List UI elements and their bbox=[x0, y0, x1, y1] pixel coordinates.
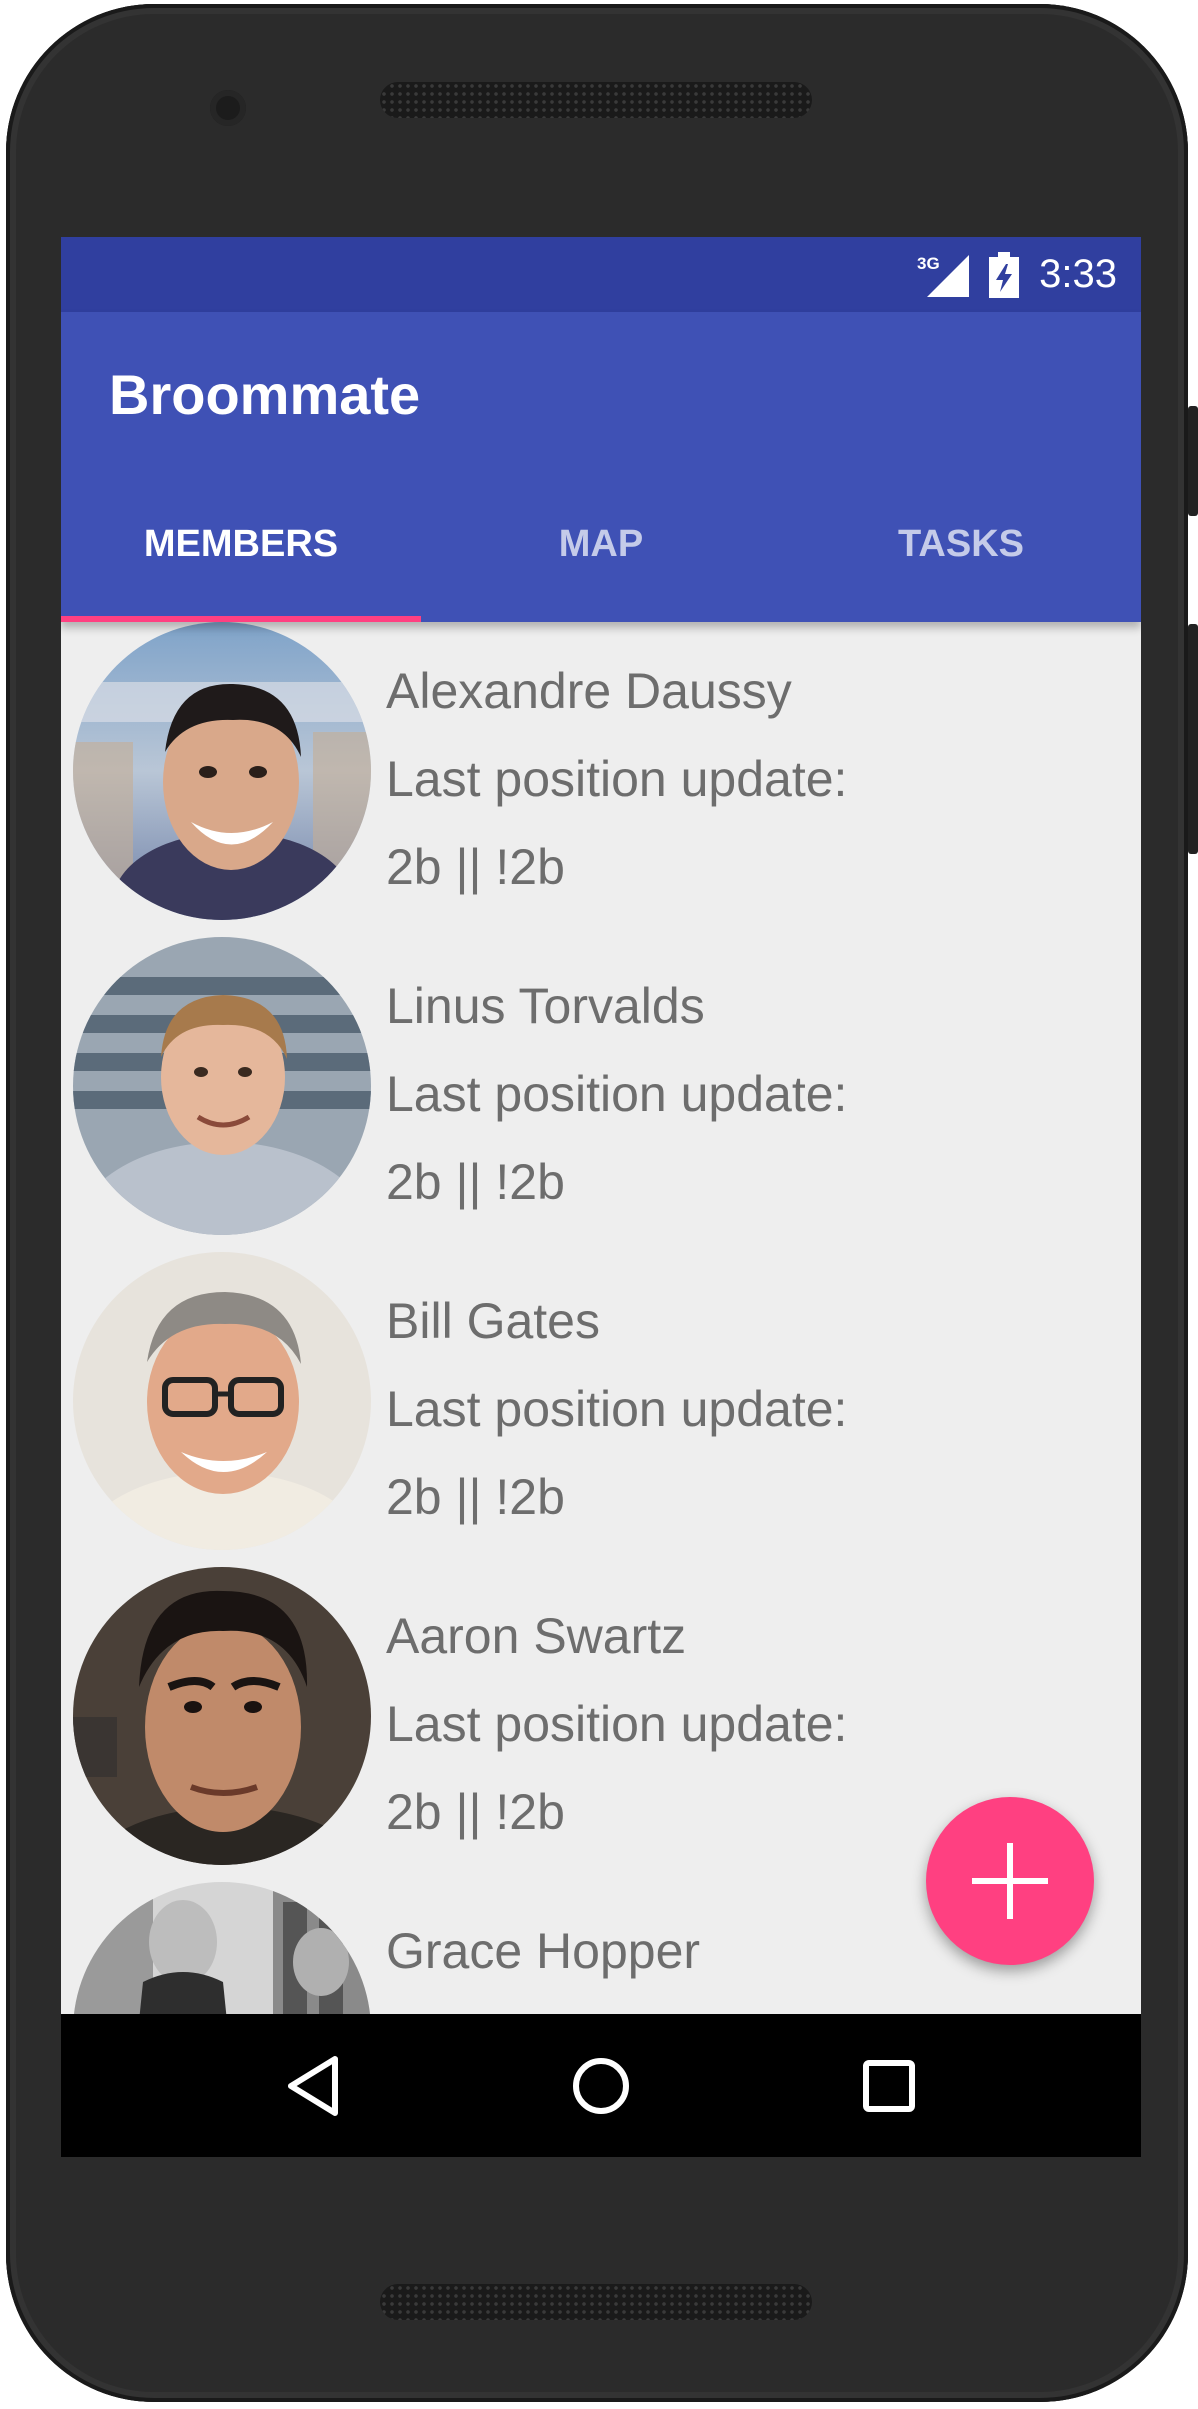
member-status-value: 2b || !2b bbox=[386, 839, 565, 895]
signal-icon: 3G bbox=[917, 253, 970, 297]
home-button[interactable] bbox=[565, 2050, 637, 2122]
member-list-item[interactable]: Bill Gates Last position update: 2b || !… bbox=[61, 1252, 1141, 1567]
tab-members[interactable]: MEMBERS bbox=[61, 467, 421, 622]
add-member-fab[interactable] bbox=[926, 1797, 1094, 1965]
tab-map[interactable]: MAP bbox=[421, 467, 781, 622]
tab-indicator bbox=[61, 616, 421, 622]
member-name: Bill Gates bbox=[386, 1293, 600, 1349]
member-name: Grace Hopper bbox=[386, 1923, 701, 1979]
tab-bar: MEMBERS MAP TASKS bbox=[61, 467, 1141, 622]
member-list-item[interactable]: Linus Torvalds Last position update: 2b … bbox=[61, 937, 1141, 1252]
avatar bbox=[73, 622, 371, 920]
back-triangle-icon bbox=[288, 2056, 338, 2116]
app-bar: Broommate MEMBERS MAP TASKS bbox=[61, 312, 1141, 622]
avatar bbox=[73, 937, 371, 1235]
avatar bbox=[73, 1252, 371, 1550]
bottom-speaker-grille bbox=[380, 2284, 812, 2320]
power-button bbox=[1188, 406, 1198, 516]
member-status-value: 2b || !2b bbox=[386, 1784, 565, 1840]
screen: 3G 3:33 Broommate MEMBERS MAP TASKS Alex… bbox=[61, 237, 1141, 2157]
app-title: Broommate bbox=[109, 363, 421, 426]
front-camera bbox=[210, 90, 246, 126]
member-status-label: Last position update: bbox=[386, 751, 848, 807]
plus-icon bbox=[972, 1843, 1048, 1919]
back-button[interactable] bbox=[277, 2050, 349, 2122]
status-clock: 3:33 bbox=[1039, 252, 1117, 296]
member-status-value: 2b || !2b bbox=[386, 1154, 565, 1210]
member-list-item[interactable]: Alexandre Daussy Last position update: 2… bbox=[61, 622, 1141, 937]
top-speaker-grille bbox=[380, 82, 812, 118]
member-status-label: Last position update: bbox=[386, 1381, 848, 1437]
member-name: Alexandre Daussy bbox=[386, 663, 792, 719]
home-circle-icon bbox=[573, 2058, 629, 2114]
recents-button[interactable] bbox=[853, 2050, 925, 2122]
recents-square-icon bbox=[863, 2060, 915, 2112]
volume-button bbox=[1188, 624, 1198, 854]
member-status-value: 2b || !2b bbox=[386, 1469, 565, 1525]
navigation-bar bbox=[61, 2014, 1141, 2157]
network-type-label: 3G bbox=[917, 254, 940, 273]
phone-frame: 3G 3:33 Broommate MEMBERS MAP TASKS Alex… bbox=[6, 4, 1198, 2402]
member-name: Linus Torvalds bbox=[386, 978, 705, 1034]
battery-icon bbox=[989, 251, 1020, 298]
tab-tasks[interactable]: TASKS bbox=[781, 467, 1141, 622]
status-bar: 3G 3:33 bbox=[61, 237, 1141, 312]
member-status-label: Last position update: bbox=[386, 1696, 848, 1752]
member-status-label: Last position update: bbox=[386, 1066, 848, 1122]
member-name: Aaron Swartz bbox=[386, 1608, 687, 1664]
avatar bbox=[73, 1567, 371, 1865]
